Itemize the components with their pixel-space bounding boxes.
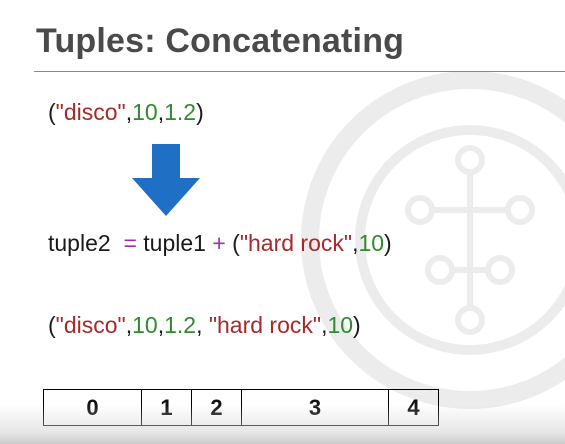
title-divider	[34, 71, 565, 72]
paren-open: (	[232, 230, 240, 256]
number-literal: 10	[132, 312, 158, 338]
paren-open: (	[48, 99, 56, 125]
tuple2-result: ("disco",10,1.2, "hard rock",10)	[48, 312, 361, 339]
string-literal: "hard rock"	[208, 312, 322, 338]
string-literal: "disco"	[55, 312, 126, 338]
number-literal: 10	[132, 99, 158, 125]
number-literal: 1.2	[164, 312, 197, 338]
bottom-fade	[0, 404, 565, 444]
variable-tuple1: tuple1	[143, 230, 206, 256]
paren-close: )	[384, 230, 392, 256]
string-literal: "hard rock"	[239, 230, 353, 256]
tuple1-expression: ("disco",10,1.2)	[48, 99, 204, 126]
slide-title: Tuples: Concatenating	[36, 22, 405, 60]
paren-close: )	[353, 312, 361, 338]
assign-operator: =	[123, 230, 137, 256]
slide: Tuples: Concatenating ("disco",10,1.2) t…	[0, 0, 565, 444]
concatenation-expression: tuple2 = tuple1 + ("hard rock",10)	[48, 230, 392, 257]
plus-operator: +	[212, 230, 226, 256]
number-literal: 1.2	[164, 99, 197, 125]
number-literal: 10	[327, 312, 354, 338]
number-literal: 10	[358, 230, 385, 256]
paren-open: (	[48, 312, 56, 338]
string-literal: "disco"	[55, 99, 126, 125]
variable-tuple2: tuple2	[48, 230, 111, 256]
paren-close: )	[196, 99, 204, 125]
comma: ,	[196, 312, 209, 338]
arrow-down-icon	[132, 144, 200, 216]
